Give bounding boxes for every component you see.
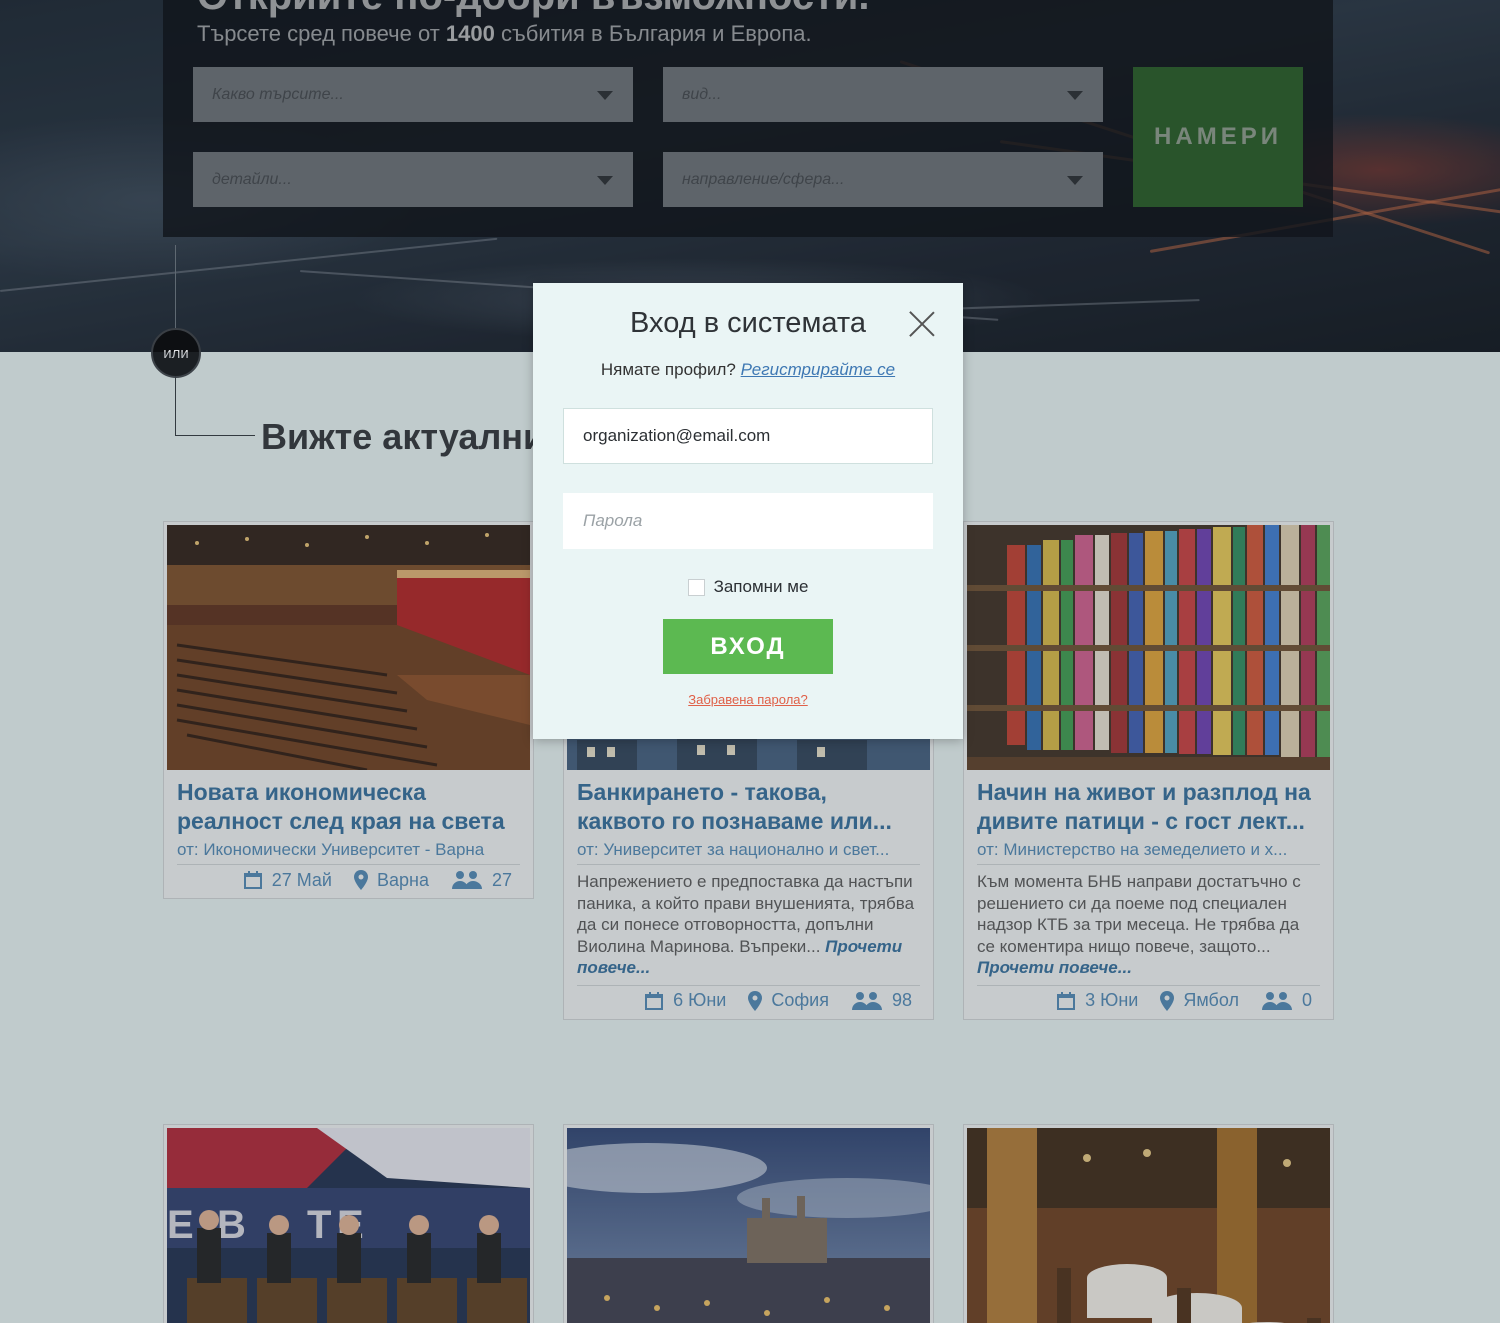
people-icon — [1261, 991, 1292, 1010]
remember-me-checkbox[interactable] — [687, 578, 705, 596]
no-profile-text: Нямате профил? — [600, 360, 736, 379]
event-title[interactable]: Начин на живот и разплод на дивите патиц… — [977, 778, 1320, 836]
svg-text:T: T — [307, 1203, 331, 1247]
event-organizer[interactable]: от: Икономически Университет - Варна — [177, 840, 520, 865]
event-image-library — [967, 525, 1330, 770]
event-image-restaurant — [967, 1128, 1330, 1323]
search-type-placeholder: вид... — [682, 85, 722, 103]
event-description-text: Към момента БНБ направи достатъчно с реш… — [977, 872, 1301, 956]
caret-down-icon — [597, 176, 613, 185]
event-card[interactable]: EBTE — [163, 1124, 534, 1323]
hero-subtitle: Търсете сред повече от 1400 събития в Бъ… — [197, 21, 812, 47]
svg-text:B: B — [217, 1203, 246, 1247]
read-more-link[interactable]: Прочети повече... — [977, 958, 1132, 977]
event-attendees-count: 0 — [1301, 990, 1312, 1011]
caret-down-icon — [597, 91, 613, 100]
hero-subtitle-suffix: събития в България и Европа. — [500, 21, 812, 46]
event-date-text: 6 Юни — [673, 990, 727, 1011]
library-image — [967, 525, 1330, 770]
people-icon — [451, 871, 482, 889]
search-what-select[interactable]: Какво търсите... — [193, 67, 633, 122]
caret-down-icon — [1067, 91, 1083, 100]
forgot-password-link[interactable]: Забравена парола? — [533, 692, 963, 707]
event-image-auditorium — [167, 525, 530, 770]
search-details-select[interactable]: детайли... — [193, 152, 633, 207]
hero-subtitle-prefix: Търсете сред повече от — [197, 21, 440, 46]
find-button[interactable]: НАМЕРИ — [1133, 67, 1303, 207]
search-type-select[interactable]: вид... — [663, 67, 1103, 122]
email-field[interactable]: organization@email.com — [563, 408, 933, 464]
event-attendees: 27 — [451, 870, 512, 891]
event-card[interactable]: Начин на живот и разплод на дивите патиц… — [963, 521, 1334, 1020]
event-title[interactable]: Новата икономическа реалност след края н… — [177, 778, 520, 836]
event-attendees: 0 — [1261, 990, 1312, 1011]
event-city-text: Варна — [376, 869, 429, 890]
event-date: 27 Май — [243, 870, 332, 891]
calendar-icon — [243, 871, 262, 889]
password-placeholder: Парола — [583, 511, 643, 530]
event-date-text: 3 Юни — [1085, 990, 1139, 1011]
svg-text:E: E — [167, 1203, 194, 1247]
section-title: Вижте актуални — [261, 416, 546, 457]
event-location: Варна — [353, 869, 429, 891]
caret-down-icon — [1067, 176, 1083, 185]
email-value: organization@email.com — [583, 426, 771, 445]
close-icon[interactable] — [909, 311, 935, 337]
event-card[interactable] — [563, 1124, 934, 1323]
event-location: Ямбол — [1160, 990, 1239, 1011]
connector-line — [175, 376, 176, 436]
event-attendees-count: 98 — [891, 990, 912, 1011]
search-details-placeholder: детайли... — [212, 170, 292, 188]
hero-light-streak — [0, 237, 498, 292]
hero-subtitle-count: 1400 — [445, 21, 495, 46]
hero-headline: Открийте по-добри възможности. — [197, 0, 869, 19]
event-meta: 6 Юни София 98 — [577, 986, 920, 1016]
remember-me-row[interactable]: Запомни ме — [533, 577, 963, 597]
city-image — [567, 1128, 930, 1323]
location-pin-icon — [1160, 990, 1175, 1011]
event-image-city — [567, 1128, 930, 1323]
or-badge: или — [151, 328, 201, 378]
event-card[interactable]: Новата икономическа реалност след края н… — [163, 521, 534, 899]
event-title[interactable]: Банкирането - такова, каквото го познава… — [577, 778, 920, 836]
event-date: 3 Юни — [1056, 990, 1138, 1011]
search-field-placeholder: направление/сфера... — [682, 170, 845, 188]
event-date: 6 Юни — [644, 990, 726, 1011]
event-organizer[interactable]: от: Министерство на земеделието и х... — [977, 840, 1320, 865]
event-image-debate: EBTE — [167, 1128, 530, 1323]
people-icon — [851, 991, 882, 1010]
debate-image: EBTE — [167, 1128, 530, 1323]
event-organizer[interactable]: от: Университет за национално и свет... — [577, 840, 920, 865]
login-title: Вход в системата — [630, 307, 866, 339]
connector-line — [175, 435, 255, 436]
event-meta: 27 Май Варна 27 — [177, 865, 520, 895]
event-city-text: Ямбол — [1183, 990, 1239, 1011]
password-field[interactable]: Парола — [563, 493, 933, 549]
event-description: Напрежението е предпоставка да настъпи п… — [577, 871, 920, 986]
login-button[interactable]: ВХОД — [663, 619, 833, 674]
search-field-select[interactable]: направление/сфера... — [663, 152, 1103, 207]
restaurant-image — [967, 1128, 1330, 1323]
remember-me-label: Запомни ме — [713, 577, 809, 596]
login-modal: Вход в системата Нямате профил? Регистри… — [533, 283, 963, 739]
event-attendees: 98 — [851, 990, 912, 1011]
register-link[interactable]: Регистрирайте се — [741, 360, 895, 379]
location-pin-icon — [748, 990, 763, 1011]
location-pin-icon — [353, 870, 368, 890]
event-card[interactable] — [963, 1124, 1334, 1323]
event-location: София — [748, 990, 829, 1011]
auditorium-image — [167, 525, 530, 770]
connector-line — [175, 245, 176, 330]
event-city-text: София — [771, 990, 829, 1011]
event-date-text: 27 Май — [271, 869, 332, 890]
calendar-icon — [1057, 991, 1076, 1010]
calendar-icon — [645, 991, 664, 1010]
register-prompt: Нямате профил? Регистрирайте се — [533, 360, 963, 380]
event-attendees-count: 27 — [491, 869, 512, 890]
search-what-placeholder: Какво търсите... — [212, 85, 344, 103]
event-meta: 3 Юни Ямбол 0 — [977, 986, 1320, 1016]
event-description: Към момента БНБ направи достатъчно с реш… — [977, 871, 1320, 986]
